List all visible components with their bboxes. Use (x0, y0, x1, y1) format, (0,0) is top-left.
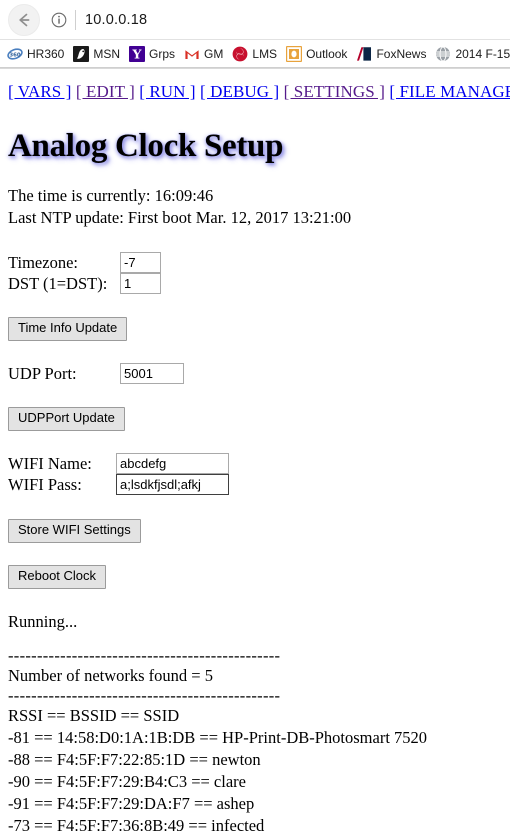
scan-table-header: RSSI == BSSID == SSID (8, 706, 180, 726)
bookmark-label: LMS (252, 46, 278, 61)
udp-port-row: UDP Port: (8, 362, 184, 384)
dst-input[interactable] (120, 272, 161, 294)
wifi-pass-input[interactable] (116, 474, 229, 496)
last-ntp-update-text: Last NTP update: First boot Mar. 12, 201… (8, 208, 352, 228)
lms-favicon (232, 46, 248, 62)
globe-favicon (435, 46, 451, 62)
url-input[interactable]: 10.0.0.18 (85, 12, 510, 28)
bookmark-msn[interactable]: MSN (73, 45, 121, 62)
browser-chrome: 10.0.0.18 360 HR360 MSN Y Grps GM LMS Ou… (0, 0, 510, 69)
timezone-input[interactable] (120, 251, 161, 273)
nav-link-settings[interactable]: [ SETTINGS ] (284, 82, 385, 101)
nav-link-debug[interactable]: [ DEBUG ] (200, 82, 279, 101)
networks-found-count: Number of networks found = 5 (8, 666, 213, 686)
bookmark-label: FoxNews (376, 46, 427, 61)
dst-row: DST (1=DST): (8, 272, 161, 294)
bookmark-label: HR360 (27, 46, 65, 61)
bookmark-foxnews[interactable]: FoxNews (356, 45, 427, 62)
yahoo-groups-favicon: Y (129, 45, 146, 62)
store-wifi-settings-button[interactable]: Store WIFI Settings (8, 518, 141, 543)
bookmark-label: Outlook (306, 46, 348, 61)
wifi-name-row: WIFI Name: (8, 453, 229, 475)
nav-link-edit[interactable]: [ EDIT ] (76, 82, 135, 101)
wifi-settings-form: WIFI Name: WIFI Pass: (8, 453, 229, 496)
bookmark-label: Grps (149, 46, 176, 61)
scan-result-row: -91 == F4:5F:F7:29:DA:F7 == ashep (8, 793, 255, 813)
status-text: Running... (8, 611, 78, 631)
bookmark-outlook[interactable]: Outlook (286, 45, 348, 62)
udp-port-label: UDP Port: (8, 363, 77, 383)
back-arrow-icon[interactable] (8, 3, 40, 36)
page-title: Analog Clock Setup (8, 127, 284, 164)
wifi-name-label: WIFI Name: (8, 454, 92, 474)
bookmark-gm[interactable]: GM (184, 46, 223, 62)
bookmark-label: 2014 F-150 (455, 46, 510, 61)
bookmark-hr360[interactable]: 360 HR360 (7, 46, 64, 62)
scan-result-row: -90 == F4:5F:F7:29:B4:C3 == clare (8, 771, 246, 791)
bookmark-label: MSN (93, 46, 121, 61)
udp-settings-form: UDP Port: (8, 362, 184, 384)
udpport-update-button[interactable]: UDPPort Update (8, 407, 125, 432)
msn-favicon (73, 45, 90, 62)
bookmark-grps[interactable]: Y Grps (129, 45, 176, 62)
outlook-favicon (286, 45, 303, 62)
divider-bottom: ----------------------------------------… (8, 686, 281, 706)
foxnews-favicon (356, 45, 373, 62)
hr360-favicon: 360 (7, 46, 23, 62)
svg-text:Y: Y (132, 46, 143, 61)
bookmarks-bar: 360 HR360 MSN Y Grps GM LMS Outlook FoxN… (0, 40, 510, 68)
reboot-clock-button[interactable]: Reboot Clock (8, 564, 107, 589)
gmail-favicon (184, 46, 200, 62)
dst-label: DST (1=DST): (8, 273, 108, 293)
divider-top: ----------------------------------------… (8, 645, 281, 665)
scan-result-row: -81 == 14:58:D0:1A:1B:DB == HP-Print-DB-… (8, 728, 428, 748)
bookmark-label: GM (204, 46, 224, 61)
wifi-name-input[interactable] (116, 453, 229, 475)
timezone-label: Timezone: (8, 252, 78, 272)
page-content: [ VARS ] [ EDIT ] [ RUN ] [ DEBUG ] [ SE… (0, 69, 510, 837)
bookmark-lms[interactable]: LMS (232, 46, 277, 62)
time-info-update-button[interactable]: Time Info Update (8, 316, 128, 341)
bookmark-2014-f-150[interactable]: 2014 F-150 (435, 46, 510, 62)
nav-link-file-manager[interactable]: [ FILE MANAGER ] (389, 82, 510, 101)
svg-text:360: 360 (9, 52, 21, 58)
time-settings-form: Timezone: DST (1=DST): (8, 251, 161, 294)
address-bar: 10.0.0.18 (0, 0, 510, 40)
wifi-pass-label: WIFI Pass: (8, 475, 82, 495)
address-bar-divider (75, 9, 76, 30)
nav-link-run[interactable]: [ RUN ] (139, 82, 195, 101)
site-info-icon[interactable] (46, 7, 72, 33)
current-time-text: The time is currently: 16:09:46 (8, 185, 214, 205)
udp-port-input[interactable] (120, 362, 184, 384)
scan-result-row: -88 == F4:5F:F7:22:85:1D == newton (8, 750, 261, 770)
timezone-row: Timezone: (8, 251, 161, 273)
site-nav: [ VARS ] [ EDIT ] [ RUN ] [ DEBUG ] [ SE… (8, 81, 510, 103)
scan-result-row: -73 == F4:5F:F7:36:8B:49 == infected (8, 815, 265, 835)
nav-link-vars[interactable]: [ VARS ] (8, 82, 71, 101)
wifi-pass-row: WIFI Pass: (8, 474, 229, 496)
